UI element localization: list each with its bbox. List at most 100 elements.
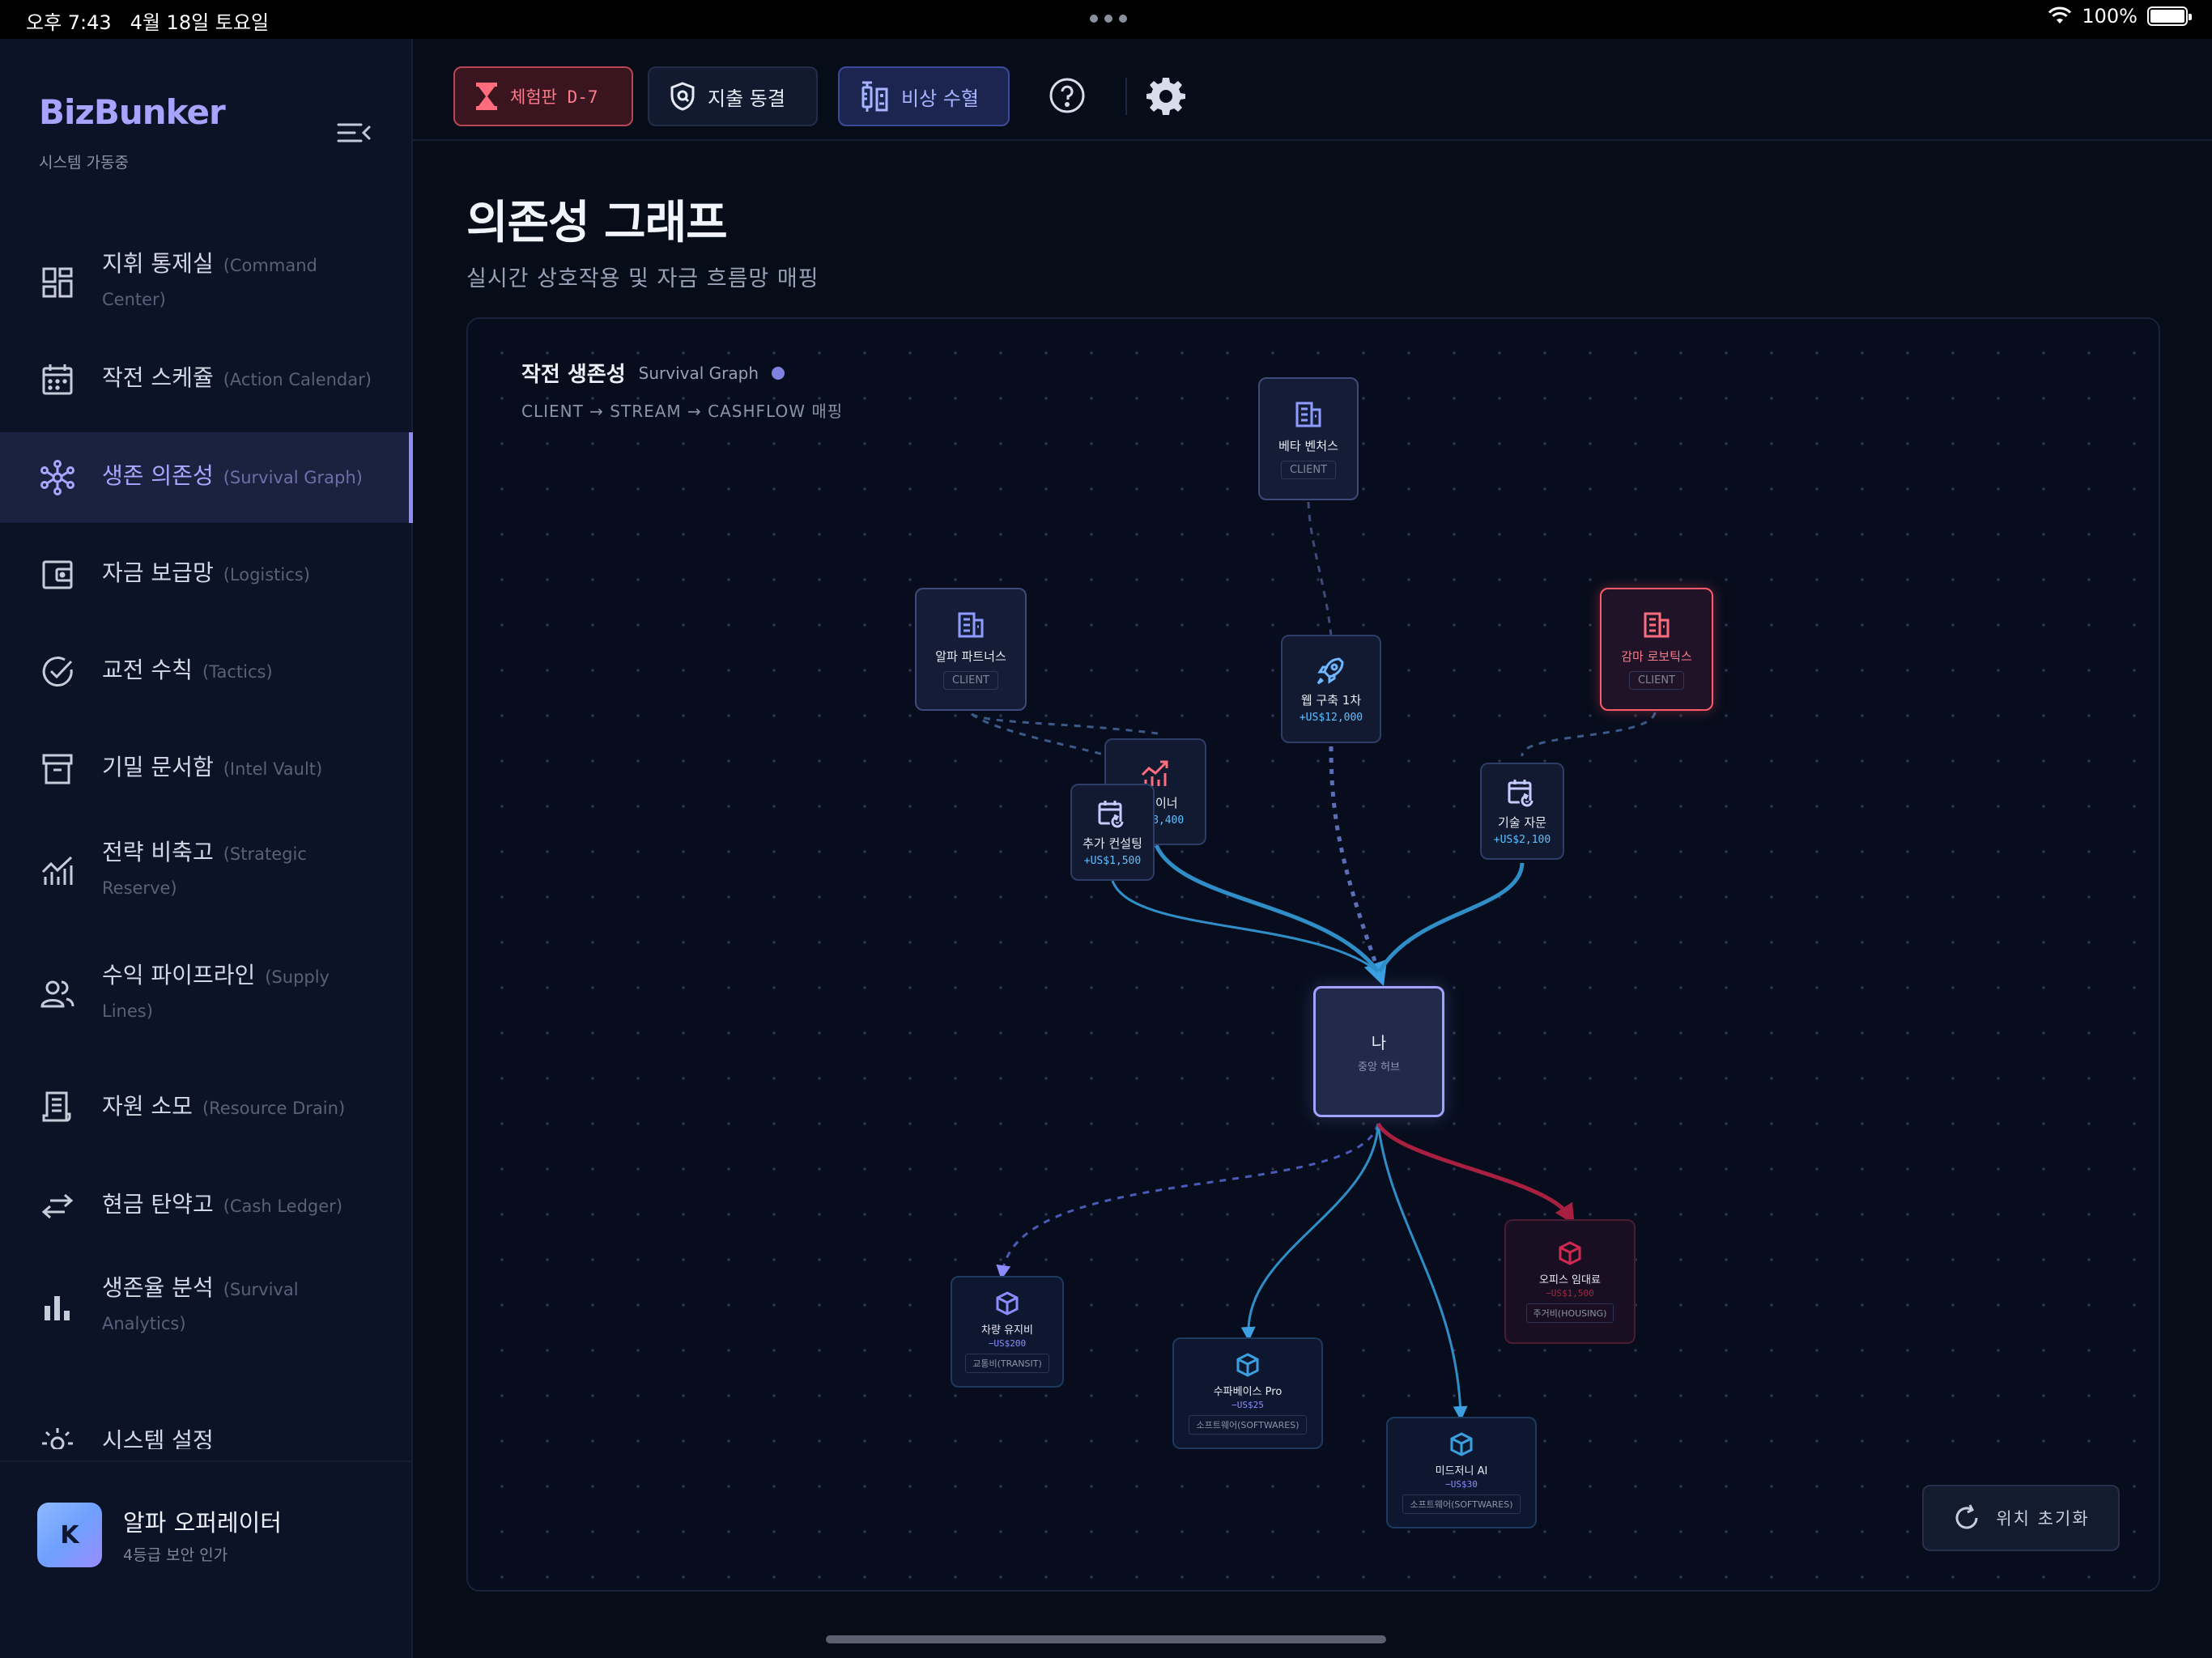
expense-label: 미드저니 AI (1435, 1465, 1488, 1477)
settings-gear-icon[interactable] (1145, 74, 1187, 117)
nav-label: 시스템 설정 (102, 1427, 214, 1449)
sidebar-item-strategic-reserve[interactable]: 전략 비축고 (Strategic Reserve) (0, 818, 413, 925)
cube-icon (1559, 1241, 1581, 1265)
clock: 오후 7:43 (26, 11, 112, 34)
rocket-icon (1317, 657, 1344, 685)
stream-amount: +US$2,100 (1493, 834, 1551, 846)
client-tag: CLIENT (1628, 671, 1685, 690)
client-tag: CLIENT (1280, 461, 1337, 479)
user-clearance: 4등급 보안 인가 (123, 1546, 228, 1564)
battery-percent: 100% (2082, 5, 2138, 28)
client-label: 알파 파트너스 (935, 649, 1006, 664)
reset-layout-button[interactable]: 위치 초기화 (1922, 1485, 2120, 1551)
users-icon (40, 980, 74, 1008)
stream-label: 추가 컨설팅 (1083, 836, 1142, 851)
trial-label: 체험판 D-7 (510, 87, 598, 107)
nav-sublabel: (Action Calendar) (223, 370, 372, 389)
user-profile[interactable]: K 알파 오퍼레이터 4등급 보안 인가 (0, 1460, 413, 1658)
expense-label: 수파베이스 Pro (1213, 1386, 1283, 1398)
status-time: 오후 7:43 4월 18일 토요일 (26, 6, 269, 35)
brand-logo[interactable]: BizBunker (39, 92, 226, 132)
collapse-sidebar-icon[interactable] (335, 117, 372, 149)
home-indicator[interactable] (826, 1635, 1386, 1643)
sidebar-item-tactics[interactable]: 교전 수칙 (Tactics) (0, 623, 413, 721)
avatar[interactable]: K (37, 1503, 102, 1567)
battery-icon (2147, 6, 2192, 26)
central-hub-node[interactable]: 나 중앙 허브 (1313, 986, 1444, 1117)
sidebar-item-cash-ledger[interactable]: 현금 탄약고 (Cash Ledger) (0, 1158, 413, 1255)
toolbar-divider (1125, 78, 1127, 115)
nav-label: 기밀 문서함 (102, 754, 214, 780)
nav-label: 지휘 통제실 (102, 250, 214, 277)
syringe-icon (861, 81, 888, 112)
sidebar-item-settings[interactable]: 시스템 설정 (0, 1425, 413, 1449)
emergency-transfusion-button[interactable]: 비상 수혈 (838, 66, 1010, 126)
expense-node-midjourney[interactable]: 미드저니 AI −US$30 소프트웨어(SOFTWARES) (1386, 1417, 1537, 1528)
client-node-alpha[interactable]: 알파 파트너스 CLIENT (915, 588, 1027, 711)
sidebar-item-intel-vault[interactable]: 기밀 문서함 (Intel Vault) (0, 721, 413, 818)
expense-node-supabase[interactable]: 수파베이스 Pro −US$25 소프트웨어(SOFTWARES) (1172, 1337, 1323, 1449)
sidebar-item-command-center[interactable]: 지휘 통제실 (Command Center) (0, 235, 413, 330)
edge-alpha-retainer (971, 712, 1159, 735)
edge-web-hub (1329, 746, 1388, 987)
client-node-gamma[interactable]: 감마 로보틱스 CLIENT (1600, 588, 1713, 711)
page-title: 의존성 그래프 (466, 197, 728, 249)
client-node-beta[interactable]: 베타 벤처스 CLIENT (1258, 377, 1359, 500)
nav-label: 자원 소모 (102, 1093, 193, 1120)
network-icon (40, 460, 74, 495)
stream-node-web[interactable]: 웹 구축 1차 +US$12,000 (1281, 635, 1381, 743)
multitask-dots[interactable] (1090, 15, 1127, 23)
nav-sublabel: (Tactics) (202, 662, 273, 682)
freeze-label: 지출 동결 (708, 87, 785, 110)
check-circle-icon (42, 657, 73, 687)
date: 4월 18일 토요일 (130, 11, 270, 34)
expense-label: 오피스 임대료 (1539, 1274, 1601, 1286)
stream-node-consulting[interactable]: 추가 컨설팅 +US$1,500 (1070, 784, 1155, 881)
nav-label: 생존율 분석 (102, 1274, 214, 1301)
cube-icon (996, 1291, 1019, 1316)
expense-category: 소프트웨어(SOFTWARES) (1189, 1415, 1307, 1435)
status-bar: 오후 7:43 4월 18일 토요일 100% (0, 0, 2212, 39)
sidebar-item-resource-drain[interactable]: 자원 소모 (Resource Drain) (0, 1061, 413, 1156)
nav-label: 작전 스케쥴 (102, 364, 214, 391)
user-name: 알파 오퍼레이터 (123, 1509, 282, 1537)
calendar-refresh-icon (1508, 780, 1535, 809)
wallet-icon (42, 560, 73, 589)
building-icon (1644, 612, 1670, 638)
refresh-icon (1955, 1504, 1978, 1529)
bar-chart-icon (45, 1296, 70, 1320)
hub-sublabel: 중앙 허브 (1358, 1061, 1400, 1073)
trial-countdown-button[interactable]: 체험판 D-7 (453, 66, 633, 126)
reset-label: 위치 초기화 (1996, 1509, 2090, 1528)
nav-sublabel: (Logistics) (223, 565, 310, 585)
wifi-icon (2048, 6, 2072, 23)
nav-sublabel: (Survival Graph) (223, 468, 363, 487)
archive-icon (42, 754, 73, 784)
status-right: 100% (2048, 5, 2192, 28)
survival-graph-panel[interactable]: 작전 생존성 Survival Graph CLIENT → STREAM → … (466, 317, 2160, 1592)
edge-hub-office (1376, 1122, 1575, 1225)
growth-chart-icon (41, 856, 73, 885)
sidebar-item-survival-analytics[interactable]: 생존율 분석 (Survival Analytics) (0, 1253, 413, 1360)
nav-sublabel: (Resource Drain) (202, 1099, 346, 1118)
stream-amount: +US$12,000 (1299, 712, 1363, 724)
spending-freeze-button[interactable]: 지출 동결 (648, 66, 818, 126)
expense-node-vehicle[interactable]: 차량 유지비 −US$200 교통비(TRANSIT) (951, 1276, 1064, 1388)
expense-category: 소프트웨어(SOFTWARES) (1402, 1494, 1521, 1514)
cube-icon (1236, 1353, 1259, 1377)
receipt-icon (42, 1091, 71, 1122)
sidebar-item-supply-lines[interactable]: 수익 파이프라인 (Supply Lines) (0, 941, 413, 1048)
edge-hub-supabase (1240, 1123, 1380, 1341)
building-icon (1295, 402, 1321, 427)
help-icon[interactable] (1046, 74, 1088, 117)
stream-label: 기술 자문 (1498, 815, 1546, 830)
page-subtitle: 실시간 상호작용 및 자금 흐름망 매핑 (466, 266, 819, 291)
stream-node-advisory[interactable]: 기술 자문 +US$2,100 (1480, 763, 1564, 860)
transfusion-label: 비상 수혈 (901, 87, 979, 110)
sidebar-item-logistics[interactable]: 자금 보급망 (Logistics) (0, 526, 413, 623)
expense-node-office[interactable]: 오피스 임대료 −US$1,500 주거비(HOUSING) (1504, 1219, 1636, 1344)
sidebar-item-survival-graph[interactable]: 생존 의존성 (Survival Graph) (0, 432, 413, 523)
client-tag: CLIENT (942, 671, 999, 690)
building-icon (958, 612, 984, 638)
sidebar-item-action-calendar[interactable]: 작전 스케쥴 (Action Calendar) (0, 332, 413, 427)
